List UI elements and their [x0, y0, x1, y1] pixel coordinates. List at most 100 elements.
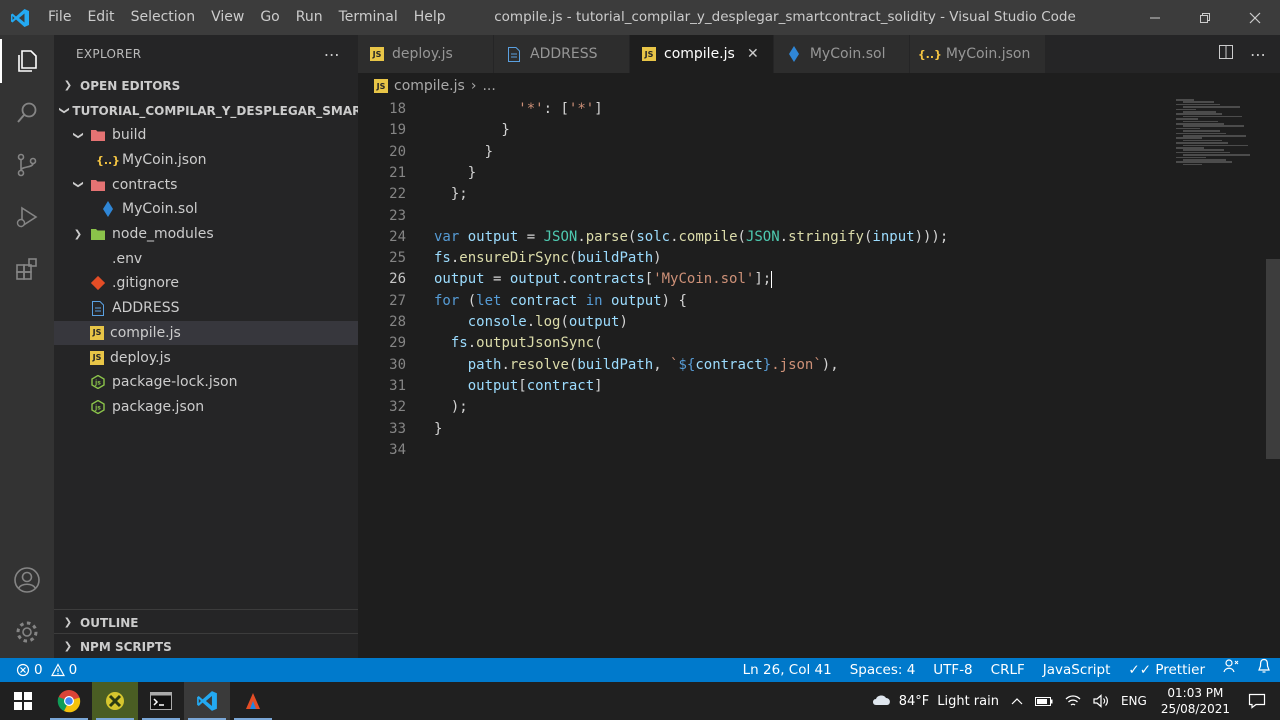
- tree-item[interactable]: .gitignore: [54, 271, 358, 296]
- tree-item[interactable]: JS compile.js: [54, 320, 358, 346]
- volume-icon[interactable]: [1087, 694, 1115, 708]
- tray-overflow-chevron-icon[interactable]: [1005, 696, 1029, 706]
- tab-mycoin-json[interactable]: {..} MyCoin.json: [909, 35, 1046, 73]
- app-red-icon[interactable]: [230, 682, 276, 720]
- code-text: console.log(output): [467, 314, 628, 330]
- code-line: 20 }: [358, 142, 1178, 163]
- minimap-line: [1183, 106, 1240, 108]
- notifications-bell-icon[interactable]: [1248, 658, 1280, 682]
- minimize-button[interactable]: [1130, 0, 1180, 35]
- tree-item[interactable]: JS deploy.js: [54, 345, 358, 370]
- cursor-position[interactable]: Ln 26, Col 41: [734, 658, 841, 682]
- code-line: 29 fs.outputJsonSync(: [358, 333, 1178, 354]
- svg-text:js: js: [94, 404, 101, 411]
- prettier-label: Prettier: [1155, 662, 1205, 678]
- code-text: );: [434, 399, 468, 416]
- js-file-icon: JS: [90, 325, 104, 340]
- close-tab-icon[interactable]: ✕: [745, 46, 761, 62]
- menu-help[interactable]: Help: [406, 0, 454, 35]
- tab-mycoin-sol[interactable]: MyCoin.sol: [773, 35, 910, 73]
- warning-icon: [50, 663, 65, 677]
- menu-file[interactable]: File: [40, 0, 79, 35]
- explorer-icon[interactable]: [0, 35, 54, 87]
- feedback-icon[interactable]: [1214, 658, 1248, 682]
- tree-item-label: compile.js: [110, 324, 181, 341]
- code-line: 26 output = output.contracts['MyCoin.sol'…: [358, 269, 1178, 290]
- menu-edit[interactable]: Edit: [79, 0, 122, 35]
- breadcrumb-symbols[interactable]: ...: [482, 78, 495, 94]
- prettier-status[interactable]: ✓✓ Prettier: [1119, 658, 1214, 682]
- code-text: }: [434, 420, 443, 437]
- open-editors-section[interactable]: ❯ OPEN EDITORS: [54, 73, 358, 98]
- tree-item[interactable]: .env: [54, 246, 358, 271]
- tab-address[interactable]: ADDRESS: [494, 35, 630, 73]
- menu-selection[interactable]: Selection: [123, 0, 204, 35]
- minimap[interactable]: [1176, 99, 1266, 179]
- tree-item-label: .env: [112, 250, 143, 267]
- menu-view[interactable]: View: [203, 0, 252, 35]
- tree-item[interactable]: ❯ contracts: [54, 172, 358, 197]
- outline-label: OUTLINE: [80, 615, 139, 630]
- minimap-line: [1176, 99, 1194, 101]
- tree-item[interactable]: ❯ node_modules: [54, 222, 358, 247]
- indentation[interactable]: Spaces: 4: [841, 658, 925, 682]
- tree-item[interactable]: {..} MyCoin.json: [54, 148, 358, 173]
- terminal-icon[interactable]: [138, 682, 184, 720]
- code-line: 33}: [358, 419, 1178, 440]
- npm-file-icon: js: [90, 399, 106, 415]
- language-mode[interactable]: JavaScript: [1034, 658, 1120, 682]
- editor-more-actions-icon[interactable]: ⋯: [1250, 45, 1266, 64]
- tree-item[interactable]: ADDRESS: [54, 296, 358, 321]
- settings-gear-icon[interactable]: [0, 606, 54, 658]
- minimap-line: [1176, 151, 1230, 154]
- tree-item[interactable]: MyCoin.sol: [54, 197, 358, 222]
- chevron-right-icon: ❯: [63, 641, 73, 652]
- input-language[interactable]: ENG: [1115, 694, 1153, 708]
- vscode-taskbar-icon[interactable]: [184, 682, 230, 720]
- project-section[interactable]: ❯ TUTORIAL_COMPILAR_Y_DESPLEGAR_SMARTC..…: [54, 98, 392, 123]
- close-window-button[interactable]: [1230, 0, 1280, 35]
- wifi-icon[interactable]: [1059, 694, 1087, 708]
- tree-item-label: .gitignore: [112, 275, 179, 292]
- editor-scrollbar[interactable]: [1266, 259, 1280, 459]
- extensions-icon[interactable]: [0, 243, 54, 295]
- notifications-icon[interactable]: [1238, 693, 1280, 709]
- code-text: var output = JSON.parse(solc.compile(JSO…: [434, 228, 949, 245]
- npm-scripts-section[interactable]: ❯ NPM SCRIPTS: [54, 633, 358, 659]
- menu-run[interactable]: Run: [288, 0, 331, 35]
- line-number: 19: [389, 122, 406, 139]
- tab-deploy-js[interactable]: JS deploy.js: [358, 35, 494, 73]
- encoding[interactable]: UTF-8: [924, 658, 981, 682]
- source-control-icon[interactable]: [0, 139, 54, 191]
- restore-button[interactable]: [1180, 0, 1230, 35]
- menu-terminal[interactable]: Terminal: [331, 0, 406, 35]
- breadcrumb-file[interactable]: compile.js: [394, 78, 465, 94]
- code-text: fs.ensureDirSync(buildPath): [434, 250, 662, 267]
- split-editor-icon[interactable]: [1218, 44, 1234, 64]
- accounts-icon[interactable]: [0, 554, 54, 606]
- minimap-line: [1176, 118, 1198, 120]
- tree-item[interactable]: js package.json: [54, 395, 358, 420]
- battery-icon[interactable]: [1029, 695, 1059, 707]
- tree-item[interactable]: ❯ build: [54, 123, 358, 148]
- code-editor[interactable]: 18 '*': ['*'] 19 } 20 } 21 } 22 }; 23 24 var ou…: [358, 99, 1280, 658]
- chrome-icon[interactable]: [46, 682, 92, 720]
- tree-item[interactable]: js package-lock.json: [54, 370, 358, 395]
- menu-go[interactable]: Go: [252, 0, 287, 35]
- problems-indicator[interactable]: 0 0: [0, 662, 77, 678]
- run-debug-icon[interactable]: [0, 191, 54, 243]
- minimap-line: [1183, 111, 1216, 113]
- code-line: 28 console.log(output): [358, 312, 1178, 333]
- app-green-icon[interactable]: [92, 682, 138, 720]
- weather-widget[interactable]: 84°F Light rain: [865, 693, 1005, 709]
- clock[interactable]: 01:03 PM 25/08/2021: [1153, 685, 1238, 717]
- search-icon[interactable]: [0, 87, 54, 139]
- windows-start-icon[interactable]: [0, 682, 46, 720]
- line-ending[interactable]: CRLF: [982, 658, 1034, 682]
- code-text: path.resolve(buildPath, `${contract}.jso…: [467, 356, 839, 373]
- line-number: 29: [389, 335, 406, 352]
- tab-compile-js[interactable]: JS compile.js ✕: [630, 35, 774, 73]
- more-actions-icon[interactable]: ⋯: [324, 45, 340, 64]
- outline-section[interactable]: ❯ OUTLINE: [54, 609, 358, 635]
- line-number: 33: [389, 420, 406, 437]
